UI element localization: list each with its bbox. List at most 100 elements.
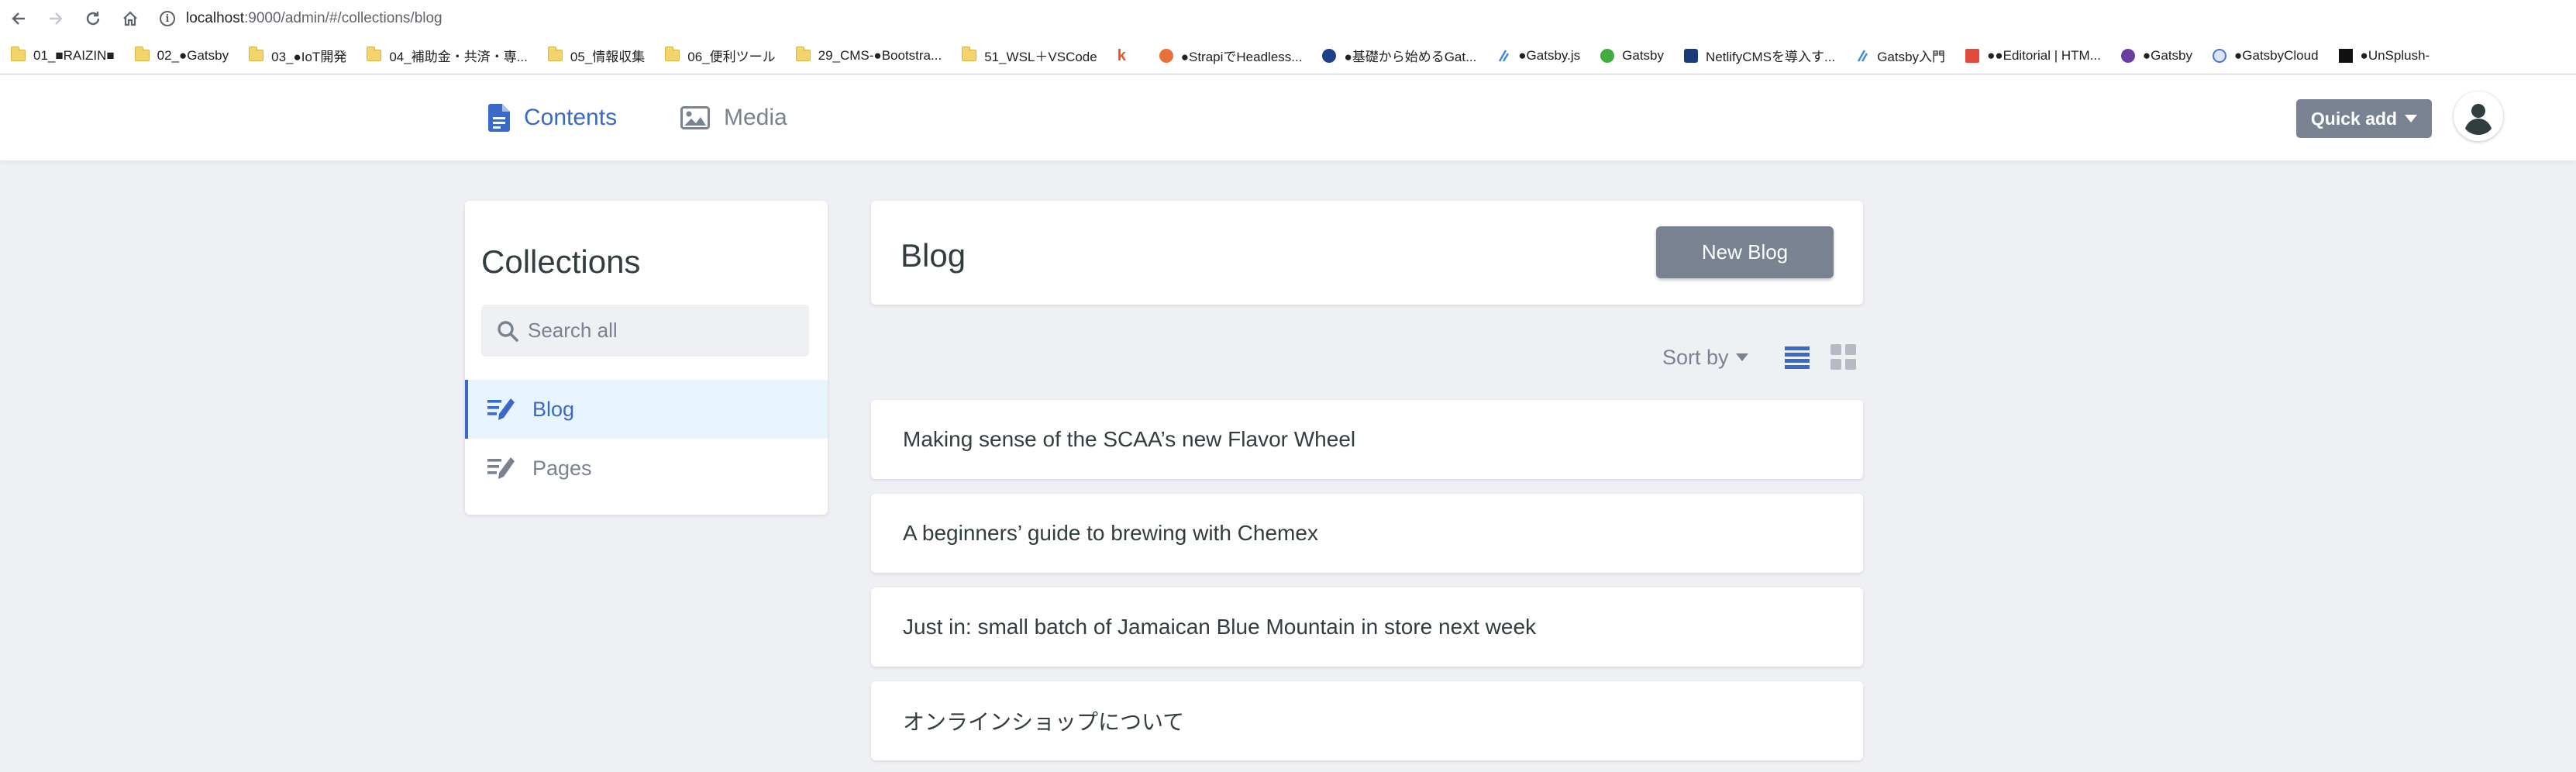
bookmark-item[interactable]: ●GatsbyCloud xyxy=(2213,48,2319,64)
k-logo-icon: k xyxy=(1117,47,1126,64)
unsplash-icon xyxy=(2338,48,2353,63)
slash-logo-icon xyxy=(1855,49,1869,63)
list-item[interactable]: Making sense of the SCAA’s new Flavor Wh… xyxy=(871,400,1863,479)
edit-list-icon xyxy=(487,457,515,480)
bookmark-item[interactable]: 05_情報収集 xyxy=(547,46,646,65)
folder-icon xyxy=(249,47,264,61)
url-text: localhost:9000/admin/#/collections/blog xyxy=(186,10,443,27)
document-icon xyxy=(488,104,510,132)
bookmark-item[interactable]: ●StrapiでHeadless... xyxy=(1159,46,1303,65)
reload-icon[interactable] xyxy=(74,0,112,37)
nav-contents-label: Contents xyxy=(524,105,618,130)
bookmark-item[interactable]: k xyxy=(1117,47,1139,64)
bookmark-item[interactable]: 01_■RAIZIN■ xyxy=(11,47,115,64)
folder-icon xyxy=(134,47,150,61)
search-input[interactable] xyxy=(528,319,791,343)
bookmark-item[interactable]: Gatsby xyxy=(1600,48,1664,64)
edit-list-icon xyxy=(487,398,515,421)
list-item[interactable]: A beginners’ guide to brewing with Cheme… xyxy=(871,494,1863,573)
bookmark-label: ●Gatsby.js xyxy=(1518,47,1581,63)
netlify-icon xyxy=(1684,48,1699,63)
collection-top-bar: Blog New Blog xyxy=(871,201,1863,305)
github-icon xyxy=(2120,48,2135,63)
bookmark-label: 05_情報収集 xyxy=(570,50,646,64)
bookmark-label: ●Gatsby xyxy=(2142,47,2192,63)
home-icon[interactable] xyxy=(112,0,149,37)
folder-icon xyxy=(367,47,382,61)
bookmarks-bar: 01_■RAIZIN■ 02_●Gatsby 03_●IoT開発 04_補助金・… xyxy=(0,37,2576,74)
bookmark-item[interactable]: NetlifyCMSを導入す... xyxy=(1684,46,1835,65)
bookmark-label: 51_WSL＋VSCode xyxy=(984,50,1097,64)
user-icon xyxy=(2459,97,2498,136)
bookmark-label: 06_便利ツール xyxy=(687,50,776,64)
collections-sidebar: Collections Blog Pages xyxy=(465,201,828,515)
site-icon xyxy=(1322,48,1337,63)
back-arrow-icon[interactable] xyxy=(0,0,37,37)
new-blog-button[interactable]: New Blog xyxy=(1656,226,1834,278)
site-info-icon[interactable]: i xyxy=(160,11,175,26)
bookmark-item[interactable]: ●Gatsby.js xyxy=(1496,48,1580,64)
nav-media-label: Media xyxy=(724,105,787,130)
strapi-icon xyxy=(1159,48,1173,63)
folder-icon xyxy=(547,47,563,61)
bookmark-label: ●StrapiでHeadless... xyxy=(1180,50,1303,64)
bookmark-label: Gatsby xyxy=(1622,47,1665,63)
url-path: :9000/admin/#/collections/blog xyxy=(244,10,443,26)
folder-icon xyxy=(11,47,26,61)
url-host: localhost xyxy=(186,10,244,26)
bookmark-item[interactable]: ●Gatsby xyxy=(2120,47,2192,64)
bookmark-item[interactable]: ●●Editorial | HTM... xyxy=(1965,48,2101,64)
bookmark-label: 02_●Gatsby xyxy=(157,47,229,63)
nav-media[interactable]: Media xyxy=(680,75,787,160)
cloud-icon xyxy=(2213,48,2226,63)
bookmark-item[interactable]: ●UnSplush- xyxy=(2338,47,2430,64)
app-header: Contents Media Quick add xyxy=(0,75,2576,160)
html5up-icon xyxy=(1965,48,1980,63)
gatsby-icon xyxy=(1600,48,1615,63)
bookmark-label: ●GatsbyCloud xyxy=(2234,47,2319,63)
bookmark-item[interactable]: 29_CMS-●Bootstra... xyxy=(795,47,942,64)
forward-arrow-icon[interactable] xyxy=(37,0,74,37)
folder-icon xyxy=(665,47,680,61)
sort-by-label: Sort by xyxy=(1662,345,1729,369)
bookmark-item[interactable]: 51_WSL＋VSCode xyxy=(962,46,1097,65)
sidebar-item-label: Blog xyxy=(532,397,575,421)
caret-down-icon xyxy=(2405,115,2418,122)
search-box[interactable] xyxy=(481,305,809,357)
bookmark-item[interactable]: 06_便利ツール xyxy=(665,46,776,65)
slash-logo-icon xyxy=(1496,49,1510,63)
bookmark-label: ●基礎から始めるGat... xyxy=(1344,50,1477,64)
search-icon xyxy=(497,320,518,342)
bookmark-item[interactable]: Gatsby入門 xyxy=(1855,46,1945,65)
list-item[interactable]: オンラインショップについて xyxy=(871,681,1863,760)
url-field[interactable]: i localhost:9000/admin/#/collections/blo… xyxy=(160,0,443,37)
grid-view-icon[interactable] xyxy=(1829,343,1858,372)
bookmark-label: Gatsby入門 xyxy=(1877,50,1946,64)
sidebar-title: Collections xyxy=(481,243,641,280)
sidebar-item-label: Pages xyxy=(532,456,592,480)
nav-contents[interactable]: Contents xyxy=(488,75,617,160)
bookmark-label: NetlifyCMSを導入す... xyxy=(1706,50,1836,64)
bookmark-item[interactable]: 03_●IoT開発 xyxy=(249,46,346,65)
sidebar-item-pages[interactable]: Pages xyxy=(465,439,828,498)
quick-add-label: Quick add xyxy=(2310,108,2398,129)
bookmark-item[interactable]: 02_●Gatsby xyxy=(134,47,229,64)
bookmark-label: ●UnSplush- xyxy=(2360,47,2430,63)
bookmark-label: 01_■RAIZIN■ xyxy=(33,47,115,63)
caret-down-icon xyxy=(1735,353,1748,361)
folder-icon xyxy=(962,47,977,61)
avatar[interactable] xyxy=(2454,91,2503,141)
bookmark-label: 29_CMS-●Bootstra... xyxy=(818,47,942,63)
page-title: Blog xyxy=(901,237,966,274)
sort-by-dropdown[interactable]: Sort by xyxy=(1662,343,1748,371)
list-item[interactable]: Just in: small batch of Jamaican Blue Mo… xyxy=(871,588,1863,667)
list-view-icon[interactable] xyxy=(1782,343,1812,372)
quick-add-button[interactable]: Quick add xyxy=(2296,99,2432,138)
image-icon xyxy=(680,106,710,129)
bookmark-label: 04_補助金・共済・専... xyxy=(389,50,528,64)
sidebar-item-blog[interactable]: Blog xyxy=(465,380,828,439)
folder-icon xyxy=(795,47,811,61)
bookmark-item[interactable]: 04_補助金・共済・専... xyxy=(367,46,528,65)
bookmark-item[interactable]: ●基礎から始めるGat... xyxy=(1322,46,1476,65)
bookmark-label: ●●Editorial | HTM... xyxy=(1987,47,2101,63)
